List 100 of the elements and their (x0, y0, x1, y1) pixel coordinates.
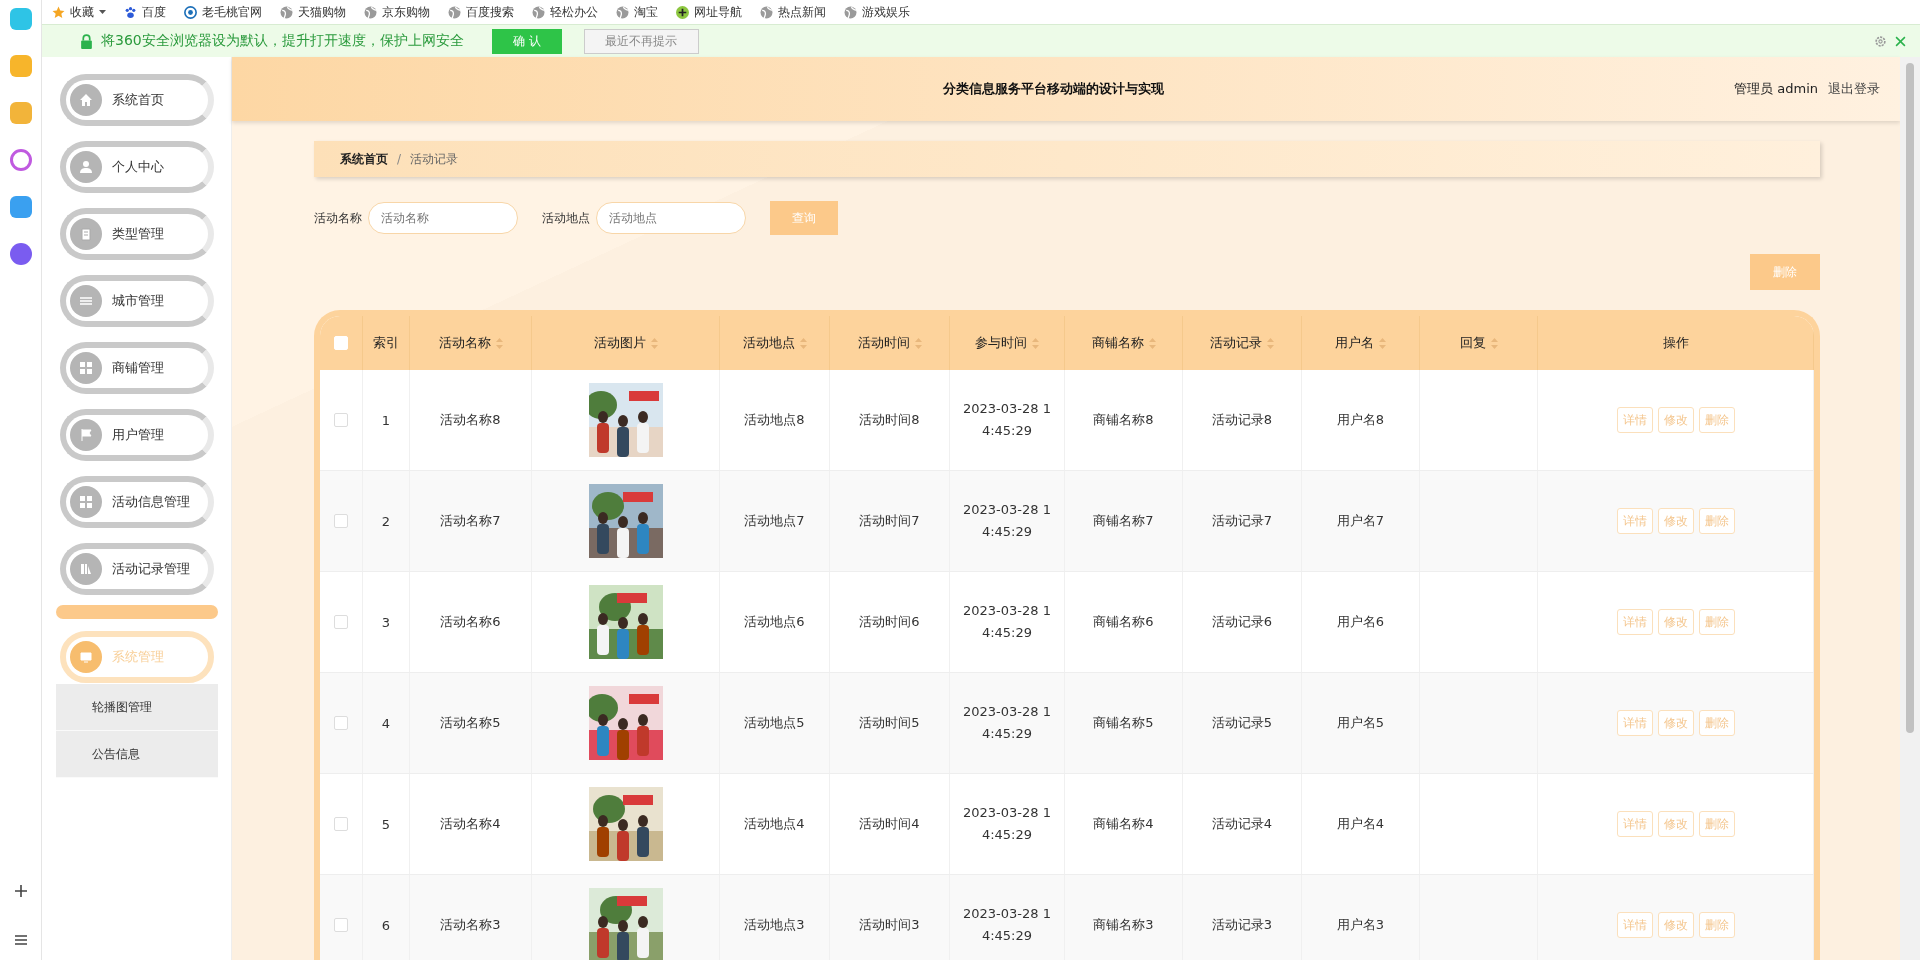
bookmark[interactable]: 京东购物 (364, 3, 430, 21)
sidebar-item[interactable]: 用户管理 (59, 409, 214, 461)
bookmark[interactable]: 百度搜索 (448, 3, 514, 21)
table-cell: 用户名8 (1336, 411, 1385, 429)
breadcrumb-link[interactable]: 系统首页 (340, 150, 388, 168)
table-cell: 1 (381, 412, 391, 428)
column-header: 用户名 (1335, 334, 1374, 352)
add-icon[interactable] (13, 884, 28, 898)
globe-icon (184, 5, 197, 19)
select-all-checkbox[interactable] (334, 336, 348, 350)
sidebar-item[interactable]: 商铺管理 (59, 342, 214, 394)
table-cell: 活动记录6 (1211, 613, 1273, 631)
field-label: 活动地点 (542, 209, 590, 227)
sort-icon[interactable] (914, 337, 922, 349)
sort-icon[interactable] (1148, 337, 1156, 349)
row-checkbox[interactable] (334, 716, 348, 730)
user-label: 管理员 admin (1734, 80, 1818, 98)
column-header: 回复 (1459, 334, 1486, 352)
table-cell: 活动地点5 (744, 714, 805, 732)
bookmark[interactable]: 游戏娱乐 (844, 3, 910, 21)
column-header: 商铺名称 (1091, 334, 1144, 352)
row-checkbox[interactable] (334, 514, 348, 528)
bookmark[interactable]: 轻松办公 (532, 3, 598, 21)
column-header: 活动地点 (742, 334, 795, 352)
column-header: 活动时间 (857, 334, 910, 352)
table-cell: 用户名7 (1336, 512, 1385, 530)
table-cell: 商铺名称6 (1093, 613, 1154, 631)
table-cell: 活动名称5 (440, 714, 501, 732)
column-header: 索引 (373, 334, 399, 352)
sort-icon[interactable] (1490, 337, 1498, 349)
table-cell: 活动时间3 (859, 916, 920, 934)
menu-item-icon (78, 160, 93, 174)
sort-icon[interactable] (495, 337, 503, 349)
globe-icon (364, 5, 377, 19)
table-cell: 活动名称8 (440, 411, 501, 429)
bookmark[interactable]: 老毛桃官网 (184, 3, 262, 21)
submenu-item[interactable]: 轮播图管理 (55, 684, 218, 731)
table-cell-text: 2023-03-28 14:45:29 (963, 703, 1051, 743)
row-checkbox[interactable] (334, 413, 348, 427)
sidebar-item[interactable]: 类型管理 (59, 208, 214, 260)
bookmark[interactable]: 热点新闻 (760, 3, 826, 21)
table-cell: 商铺名称4 (1093, 815, 1154, 833)
table-cell: 商铺名称3 (1093, 916, 1154, 934)
table-cell: 活动名称7 (440, 512, 501, 530)
scrollbar[interactable] (1900, 57, 1920, 960)
sidebar-item[interactable]: 活动信息管理 (59, 476, 214, 528)
table-cell: 活动名称6 (440, 613, 501, 631)
settings-icon[interactable] (1874, 34, 1887, 48)
table-cell: 用户名6 (1336, 613, 1385, 631)
caret-icon (99, 9, 106, 15)
sort-icon[interactable] (1032, 337, 1039, 349)
app-icon[interactable] (9, 8, 32, 30)
search-field[interactable]: 活动名称 (368, 202, 518, 234)
bookmark[interactable]: 天猫购物 (280, 3, 346, 21)
dismiss-button[interactable]: 最近不再提示 (583, 28, 699, 54)
table-cell: 活动名称3 (440, 916, 501, 934)
field-label: 活动名称 (314, 209, 362, 227)
close-icon[interactable] (1895, 35, 1906, 47)
table-cell: 用户名4 (1336, 815, 1385, 833)
globe-icon (280, 5, 293, 19)
bookmark[interactable]: 网址导航 (676, 3, 742, 21)
row-checkbox[interactable] (334, 615, 348, 629)
sort-icon[interactable] (1267, 337, 1274, 349)
table-cell: 活动地点7 (744, 512, 805, 530)
menu-item-icon (78, 361, 93, 375)
globe-icon (616, 5, 629, 19)
table-cell: 用户名3 (1336, 916, 1385, 934)
table-cell: 活动地点4 (744, 815, 805, 833)
breadcrumb-link[interactable]: 活动记录 (410, 150, 459, 168)
table-cell: 活动名称4 (440, 815, 501, 833)
sort-icon[interactable] (1379, 337, 1386, 349)
table-cell: 3 (381, 614, 391, 630)
column-header: 参与时间 (975, 334, 1027, 352)
table-cell: 5 (381, 816, 391, 832)
table-cell: 活动时间4 (859, 815, 920, 833)
globe-icon (760, 5, 773, 19)
logout-link[interactable]: 退出登录 (1828, 80, 1880, 98)
table-cell: 6 (381, 917, 391, 933)
sidebar-item[interactable]: 城市管理 (59, 275, 214, 327)
menu-icon[interactable] (13, 934, 28, 946)
globe-icon (532, 5, 545, 19)
sort-icon[interactable] (650, 337, 658, 349)
table-cell: 2 (381, 513, 391, 529)
sidebar-item[interactable]: 活动记录管理 (59, 543, 214, 595)
row-checkbox[interactable] (334, 918, 348, 932)
table-cell: 商铺名称8 (1093, 411, 1154, 429)
plus-icon (676, 5, 689, 19)
menu-item-icon (78, 562, 93, 576)
search-field[interactable]: 活动地点 (596, 202, 746, 234)
row-checkbox[interactable] (334, 817, 348, 831)
bookmark[interactable]: 收藏 (52, 3, 106, 21)
table-cell: 活动记录5 (1211, 714, 1273, 732)
submenu-item[interactable]: 公告信息 (55, 731, 218, 778)
column-header: 操作 (1662, 334, 1689, 352)
sidebar-item[interactable]: 个人中心 (59, 141, 214, 193)
sort-icon[interactable] (799, 337, 807, 349)
bookmark[interactable]: 百度 (124, 3, 166, 21)
bookmark[interactable]: 淘宝 (616, 3, 658, 21)
sidebar-item[interactable]: 系统首页 (59, 74, 214, 126)
table-cell: 活动时间8 (859, 411, 920, 429)
